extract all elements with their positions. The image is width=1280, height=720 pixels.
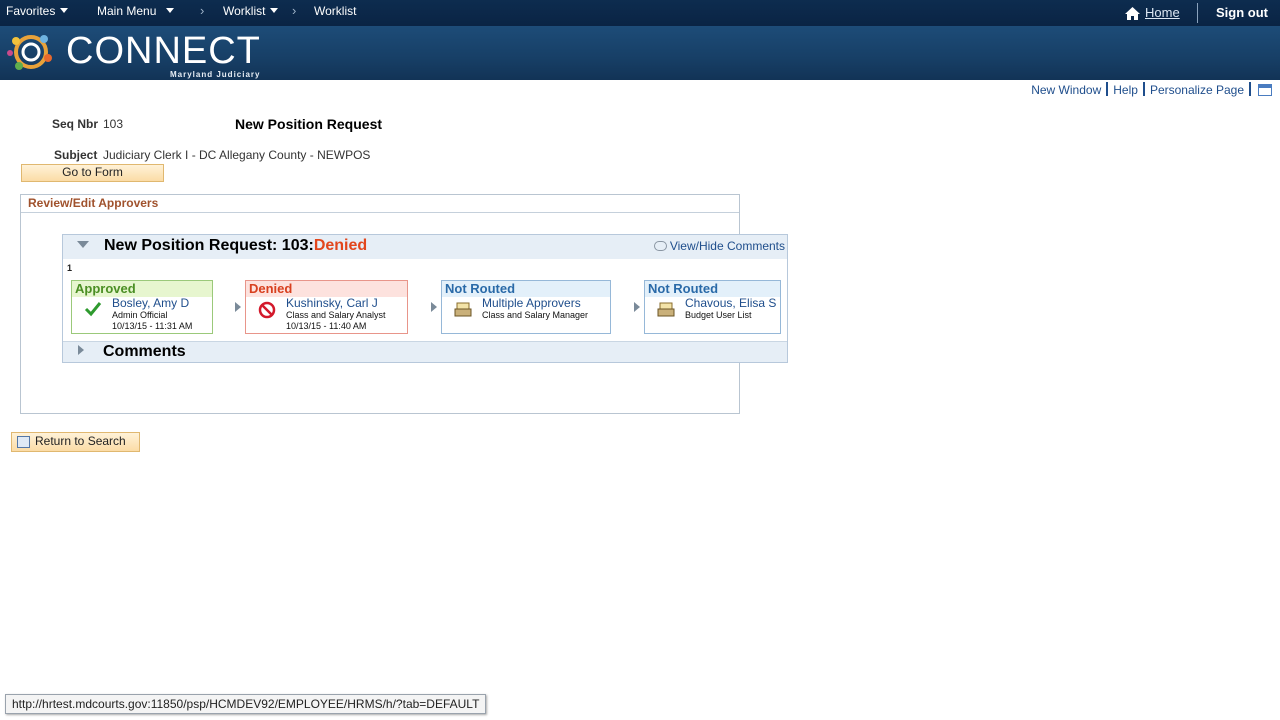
path-number: 1 — [67, 263, 73, 273]
subject-value: Judiciary Clerk I - DC Allegany County -… — [103, 148, 371, 162]
approval-step-approved: Approved Bosley, Amy D Admin Official 10… — [71, 280, 213, 334]
link-divider — [1142, 82, 1145, 96]
personalize-page-link[interactable]: Personalize Page — [1150, 83, 1244, 97]
go-to-form-button[interactable]: Go to Form — [21, 164, 164, 182]
collapse-icon[interactable] — [77, 241, 89, 248]
chevron-down-icon — [60, 8, 69, 13]
chevron-down-icon — [270, 8, 279, 13]
inbox-tray-icon — [657, 302, 675, 317]
section-title: Review/Edit Approvers — [21, 195, 739, 213]
top-nav-bar: Favorites Main Menu › Worklist › Worklis… — [0, 0, 1280, 26]
logo-subtitle: Maryland Judiciary — [170, 70, 261, 79]
link-divider — [1249, 82, 1251, 96]
main-menu-label: Main Menu — [97, 4, 157, 18]
sign-out-link[interactable]: Sign out — [1216, 5, 1268, 20]
arrow-right-icon — [431, 302, 437, 312]
return-to-search-button[interactable]: Return to Search — [11, 432, 140, 452]
approval-step-not-routed: Not Routed Chavous, Elisa S Budget User … — [644, 280, 781, 334]
step-status: Not Routed — [442, 281, 610, 297]
comments-section-header[interactable]: Comments — [63, 341, 787, 362]
breadcrumb-separator-icon: › — [292, 3, 297, 18]
step-status: Approved — [72, 281, 212, 297]
help-link[interactable]: Help — [1113, 83, 1138, 97]
seq-nbr-label: Seq Nbr — [52, 117, 99, 131]
subject-label: Subject — [54, 148, 98, 162]
approver-role: Class and Salary Manager — [482, 310, 589, 320]
return-to-search-label: Return to Search — [35, 434, 126, 448]
main-menu[interactable]: Main Menu — [97, 4, 175, 18]
page-layout-icon[interactable] — [1258, 84, 1272, 96]
home-icon[interactable] — [1124, 6, 1141, 21]
new-window-link[interactable]: New Window — [1031, 83, 1101, 97]
approval-path-panel: New Position Request: 103:Denied View/Hi… — [62, 234, 788, 363]
return-search-icon — [17, 436, 30, 448]
page-links: New Window Help Personalize Page — [1031, 82, 1272, 97]
approver-name-link[interactable]: Chavous, Elisa S — [685, 296, 776, 310]
header-banner: CONNECT Maryland Judiciary — [0, 26, 1280, 80]
approver-role: Admin Official — [112, 310, 168, 320]
view-hide-label: View/Hide Comments — [669, 239, 785, 253]
seq-nbr-value: 103 — [103, 117, 124, 131]
approval-date: 10/13/15 - 11:31 AM — [112, 321, 193, 331]
logo-text: CONNECT — [66, 30, 261, 72]
approval-step-denied: Denied Kushinsky, Carl J Class and Salar… — [245, 280, 408, 334]
approver-role: Budget User List — [685, 310, 752, 320]
breadcrumb-worklist[interactable]: Worklist — [314, 4, 356, 18]
page-title: New Position Request — [235, 116, 383, 132]
expand-icon[interactable] — [78, 345, 84, 355]
inbox-tray-icon — [454, 302, 472, 317]
approval-panel-title: New Position Request: 103:Denied — [104, 237, 367, 255]
favorites-label: Favorites — [6, 4, 56, 18]
approval-panel-header: New Position Request: 103:Denied View/Hi… — [63, 235, 787, 259]
breadcrumb-worklist-menu[interactable]: Worklist — [223, 4, 279, 18]
approver-name-link[interactable]: Bosley, Amy D — [112, 296, 189, 310]
arrow-right-icon — [235, 302, 241, 312]
arrow-right-icon — [634, 302, 640, 312]
denied-icon — [258, 301, 276, 319]
approver-role: Class and Salary Analyst — [286, 310, 386, 320]
panel-title-text: New Position Request: 103: — [104, 237, 314, 254]
checkmark-icon — [84, 302, 102, 317]
view-hide-comments-link[interactable]: View/Hide Comments — [653, 239, 785, 253]
favorites-menu[interactable]: Favorites — [6, 4, 69, 18]
approval-date: 10/13/15 - 11:40 AM — [286, 321, 367, 331]
step-status: Denied — [246, 281, 407, 297]
approver-name-link[interactable]: Kushinsky, Carl J — [286, 296, 378, 310]
panel-status: Denied — [313, 237, 368, 254]
comments-title: Comments — [103, 343, 186, 360]
worklist-label: Worklist — [223, 4, 266, 18]
chevron-down-icon — [166, 8, 175, 13]
connect-logo-icon — [7, 35, 52, 70]
comment-bubble-icon — [653, 241, 667, 251]
status-bar-url: http://hrtest.mdcourts.gov:11850/psp/HCM… — [5, 694, 487, 714]
approver-name-link[interactable]: Multiple Approvers — [482, 296, 581, 310]
breadcrumb-separator-icon: › — [200, 3, 205, 18]
step-status: Not Routed — [645, 281, 780, 297]
approval-step-not-routed: Not Routed Multiple Approvers Class and … — [441, 280, 611, 334]
home-link[interactable]: Home — [1145, 5, 1180, 20]
link-divider — [1106, 82, 1109, 96]
nav-divider — [1197, 3, 1198, 23]
